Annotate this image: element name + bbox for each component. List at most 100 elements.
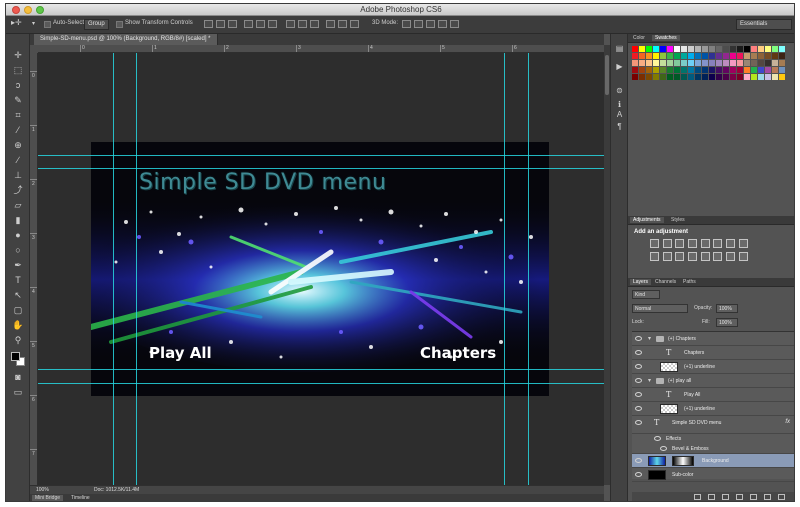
canvas-area[interactable]: Simple SD DVD menu Play All Chapters: [38, 53, 604, 485]
color-swatch[interactable]: [660, 46, 666, 52]
hue-saturation-icon[interactable]: [726, 239, 736, 248]
color-swatch[interactable]: [779, 60, 785, 66]
color-swatch[interactable]: [751, 60, 757, 66]
guide-horizontal[interactable]: [38, 383, 604, 384]
color-swatch[interactable]: [751, 46, 757, 52]
horizontal-ruler[interactable]: 0 1 2 3 4 5 6: [38, 45, 604, 53]
black-white-icon[interactable]: [650, 252, 659, 261]
distribute-left-icon[interactable]: [326, 20, 335, 28]
gradient-tool-icon[interactable]: ▮: [12, 215, 24, 226]
color-swatch[interactable]: [772, 60, 778, 66]
play-all-button-text[interactable]: Play All: [149, 344, 212, 362]
distribute-bottom-icon[interactable]: [310, 20, 319, 28]
add-mask-icon[interactable]: [722, 494, 729, 500]
guide-horizontal[interactable]: [38, 155, 604, 156]
crop-tool-icon[interactable]: ⌗: [12, 110, 24, 121]
color-swatch[interactable]: [646, 60, 652, 66]
color-swatch[interactable]: [772, 46, 778, 52]
color-swatch[interactable]: [688, 60, 694, 66]
color-swatch[interactable]: [646, 74, 652, 80]
layer-row[interactable]: T Play All: [632, 388, 794, 402]
tab-layers[interactable]: Layers: [630, 279, 652, 285]
3d-scale-icon[interactable]: [450, 20, 459, 28]
show-transform-checkbox[interactable]: [116, 21, 123, 28]
visibility-eye-icon[interactable]: [635, 378, 642, 383]
history-brush-tool-icon[interactable]: ⤴: [12, 185, 24, 196]
color-swatches-fg-bg[interactable]: [11, 352, 25, 366]
color-swatch[interactable]: [709, 53, 715, 59]
color-swatch[interactable]: [702, 74, 708, 80]
visibility-eye-icon[interactable]: [635, 420, 642, 425]
color-swatch[interactable]: [681, 60, 687, 66]
color-swatch[interactable]: [751, 53, 757, 59]
color-swatch[interactable]: [646, 67, 652, 73]
color-swatch[interactable]: [695, 74, 701, 80]
posterize-icon[interactable]: [713, 252, 723, 261]
color-swatch[interactable]: [639, 53, 645, 59]
color-swatch[interactable]: [765, 74, 771, 80]
distribute-hcenter-icon[interactable]: [338, 20, 347, 28]
color-swatch[interactable]: [716, 46, 722, 52]
color-swatch[interactable]: [723, 67, 729, 73]
color-swatch[interactable]: [765, 60, 771, 66]
color-swatch[interactable]: [653, 67, 659, 73]
color-swatch[interactable]: [632, 67, 638, 73]
color-swatch[interactable]: [730, 60, 736, 66]
color-swatch[interactable]: [723, 60, 729, 66]
guide-vertical[interactable]: [113, 53, 114, 485]
layer-row[interactable]: ▾ (+) play all: [632, 374, 794, 388]
color-swatch[interactable]: [660, 67, 666, 73]
color-swatch[interactable]: [723, 74, 729, 80]
eyedropper-tool-icon[interactable]: ⁄: [12, 125, 24, 136]
color-swatch[interactable]: [758, 53, 764, 59]
disclosure-triangle-icon[interactable]: ▾: [648, 377, 651, 384]
invert-icon[interactable]: [700, 252, 710, 261]
info-panel-icon[interactable]: ℹ: [615, 100, 624, 109]
layer-row[interactable]: ▾ (+) Chapters: [632, 332, 794, 346]
color-swatch[interactable]: [674, 53, 680, 59]
color-swatch[interactable]: [765, 67, 771, 73]
layer-row[interactable]: (+1) underline: [632, 360, 794, 374]
move-tool-icon[interactable]: ▸✛: [11, 18, 22, 27]
color-swatch[interactable]: [709, 60, 715, 66]
foreground-color-swatch[interactable]: [11, 352, 20, 361]
color-swatch[interactable]: [702, 67, 708, 73]
auto-select-checkbox[interactable]: [44, 21, 51, 28]
guide-vertical[interactable]: [504, 53, 505, 485]
new-group-icon[interactable]: [750, 494, 757, 500]
color-swatch[interactable]: [702, 53, 708, 59]
color-swatch[interactable]: [639, 60, 645, 66]
quick-select-tool-icon[interactable]: ✎: [12, 95, 24, 106]
color-swatch[interactable]: [688, 53, 694, 59]
color-swatch[interactable]: [772, 74, 778, 80]
color-swatch[interactable]: [660, 60, 666, 66]
brush-tool-icon[interactable]: ∕: [12, 155, 24, 166]
color-swatch[interactable]: [660, 53, 666, 59]
color-swatch[interactable]: [779, 67, 785, 73]
shape-tool-icon[interactable]: ▢: [12, 305, 24, 316]
color-swatch[interactable]: [744, 46, 750, 52]
visibility-eye-icon[interactable]: [635, 392, 642, 397]
color-swatch[interactable]: [730, 46, 736, 52]
color-swatch[interactable]: [681, 74, 687, 80]
effects-row[interactable]: Effects: [632, 434, 794, 444]
blend-mode-dropdown[interactable]: Normal: [632, 304, 688, 313]
color-swatch[interactable]: [772, 67, 778, 73]
visibility-eye-icon[interactable]: [635, 472, 642, 477]
tab-mini-bridge[interactable]: Mini Bridge: [32, 495, 64, 501]
type-tool-icon[interactable]: T: [12, 275, 24, 286]
3d-roll-icon[interactable]: [414, 20, 423, 28]
align-right-icon[interactable]: [268, 20, 277, 28]
color-swatch[interactable]: [653, 53, 659, 59]
color-swatch[interactable]: [716, 53, 722, 59]
color-swatch[interactable]: [632, 60, 638, 66]
layer-row[interactable]: T Chapters: [632, 346, 794, 360]
color-swatch[interactable]: [667, 46, 673, 52]
color-swatch[interactable]: [667, 74, 673, 80]
swatches-grid[interactable]: [632, 46, 792, 81]
exposure-icon[interactable]: [688, 239, 698, 248]
color-swatch[interactable]: [765, 46, 771, 52]
color-swatch[interactable]: [723, 46, 729, 52]
color-swatch[interactable]: [632, 74, 638, 80]
tab-color[interactable]: Color: [630, 35, 648, 41]
